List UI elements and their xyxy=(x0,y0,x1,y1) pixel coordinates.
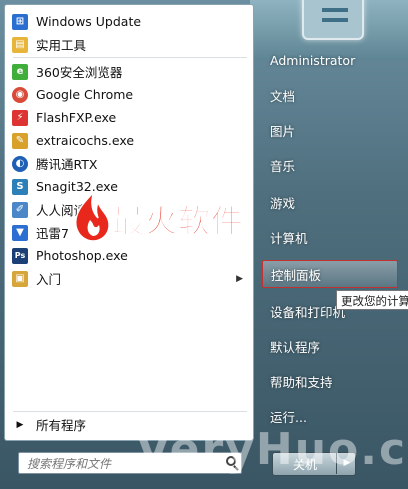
program-item-rtx[interactable]: ◐ 腾讯通RTX xyxy=(7,152,251,175)
program-item-photoshop[interactable]: Ps Photoshop.exe xyxy=(7,244,251,267)
program-item-utilities[interactable]: ▤ 实用工具 xyxy=(7,33,251,56)
program-item-360-browser[interactable]: e 360安全浏览器 xyxy=(7,60,251,83)
search-box[interactable] xyxy=(18,452,242,474)
program-label: 腾讯通RTX xyxy=(36,157,98,172)
program-item-getting-started[interactable]: ▣ 入门 ▶ xyxy=(7,267,251,290)
getting-started-icon: ▣ xyxy=(12,270,28,287)
right-item-music[interactable]: 音乐 xyxy=(262,151,398,179)
right-item-games[interactable]: 游戏 xyxy=(262,188,398,216)
right-item-documents[interactable]: 文档 xyxy=(262,81,398,109)
right-item-computer[interactable]: 计算机 xyxy=(262,223,398,251)
watermark-logo-text: 最火软件 xyxy=(111,202,245,241)
right-item-default-programs[interactable]: 默认程序 xyxy=(262,332,398,360)
windows-update-icon: ⊞ xyxy=(12,13,28,30)
submenu-arrow-icon: ▶ xyxy=(236,273,243,284)
right-item-label: 文档 xyxy=(270,88,296,104)
right-item-label: 运行... xyxy=(270,409,307,425)
shutdown-options-arrow-icon[interactable]: ▶ xyxy=(336,452,357,474)
right-item-pictures[interactable]: 图片 xyxy=(262,116,398,144)
all-programs-arrow-icon: ▶ xyxy=(16,419,24,430)
program-label: Windows Update xyxy=(36,14,142,29)
user-picture-bar xyxy=(322,18,348,22)
thunder-icon: ▼ xyxy=(12,224,28,241)
right-item-label: 控制面板 xyxy=(271,267,322,283)
360-browser-icon: e xyxy=(12,63,28,80)
separator xyxy=(13,57,247,58)
program-label: extraicochs.exe xyxy=(36,133,135,148)
separator xyxy=(13,411,247,412)
right-item-run[interactable]: 运行... xyxy=(262,402,398,430)
folder-icon: ▤ xyxy=(12,36,28,53)
right-item-label: 帮助和支持 xyxy=(270,374,333,390)
program-label: 迅雷7 xyxy=(36,226,69,241)
photoshop-icon: Ps xyxy=(12,247,28,264)
program-label: Photoshop.exe xyxy=(36,248,128,263)
program-item-flashfxp[interactable]: ⚡ FlashFXP.exe xyxy=(7,106,251,129)
chrome-icon: ◉ xyxy=(12,86,28,103)
program-item-chrome[interactable]: ◉ Google Chrome xyxy=(7,83,251,106)
right-item-label: Administrator xyxy=(270,52,356,68)
program-label: 360安全浏览器 xyxy=(36,65,123,80)
reader-icon: ✐ xyxy=(12,201,28,218)
right-item-help-support[interactable]: 帮助和支持 xyxy=(262,367,398,395)
right-item-label: 设备和打印机 xyxy=(270,304,346,320)
snagit-icon: S xyxy=(12,178,28,195)
flame-logo-icon xyxy=(74,191,110,242)
all-programs-button[interactable]: ▶ 所有程序 xyxy=(7,413,251,436)
shutdown-label: 关机 xyxy=(292,457,317,472)
user-picture-bar xyxy=(322,8,348,12)
control-panel-tooltip: 更改您的计算 xyxy=(336,290,408,310)
right-item-label: 音乐 xyxy=(270,158,296,174)
search-icon[interactable] xyxy=(226,456,236,466)
watermark-logo: 最火软件 xyxy=(72,190,252,242)
right-item-label: 图片 xyxy=(270,123,296,139)
program-label: 入门 xyxy=(36,272,62,287)
program-label: FlashFXP.exe xyxy=(36,110,117,125)
user-picture-tile[interactable] xyxy=(302,0,364,40)
flashfxp-icon: ⚡ xyxy=(12,109,28,126)
program-item-extraicochs[interactable]: ✎ extraicochs.exe xyxy=(7,129,251,152)
right-item-label: 游戏 xyxy=(270,195,296,211)
right-item-control-panel[interactable]: 控制面板 xyxy=(262,260,398,288)
right-item-label: 计算机 xyxy=(270,230,308,246)
program-label: 实用工具 xyxy=(36,38,87,53)
rtx-icon: ◐ xyxy=(12,155,28,172)
all-programs-label: 所有程序 xyxy=(36,418,87,433)
search-input[interactable] xyxy=(25,454,219,474)
right-item-label: 默认程序 xyxy=(270,339,321,355)
program-item-windows-update[interactable]: ⊞ Windows Update xyxy=(7,10,251,33)
extraicochs-icon: ✎ xyxy=(12,132,28,149)
right-item-administrator[interactable]: Administrator xyxy=(262,46,398,74)
program-label: Google Chrome xyxy=(36,87,134,102)
